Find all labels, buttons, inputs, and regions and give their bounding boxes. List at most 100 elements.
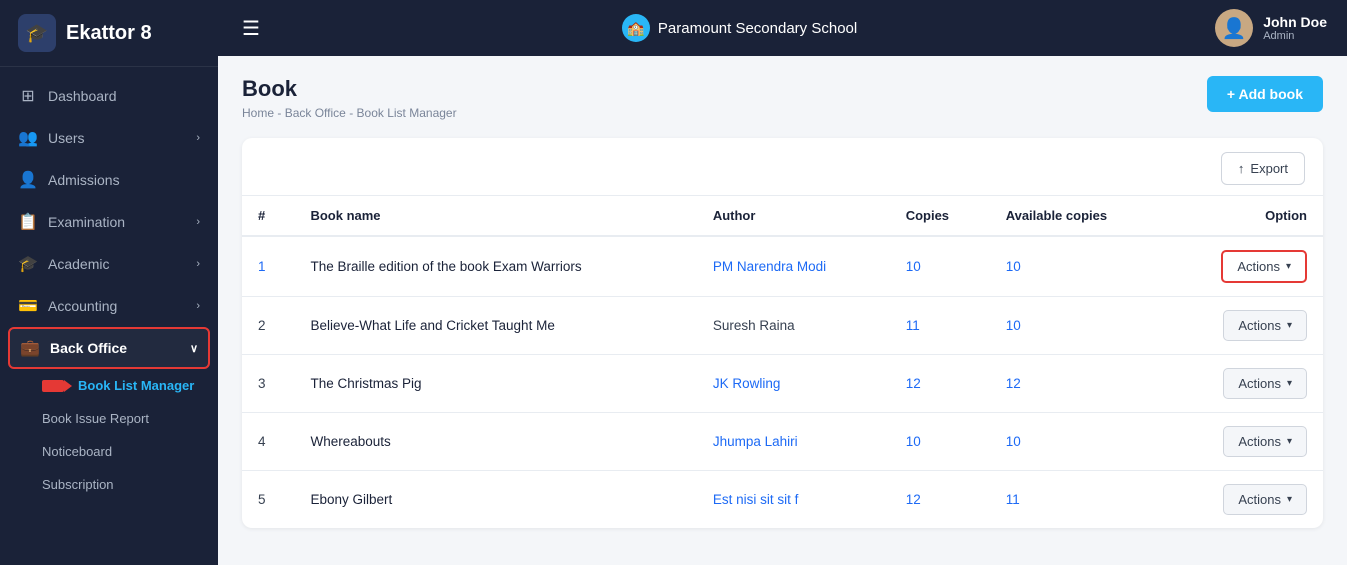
sidebar-sub-item-label: Book List Manager bbox=[78, 378, 194, 393]
cell-num: 5 bbox=[242, 471, 294, 529]
breadcrumb-sep1: - bbox=[277, 106, 284, 120]
sidebar-item-academic[interactable]: 🎓 Academic › bbox=[0, 243, 218, 285]
export-button[interactable]: ↑ Export bbox=[1221, 152, 1305, 185]
sidebar-item-dashboard[interactable]: ⊞ Dashboard bbox=[0, 75, 218, 117]
cell-book-name: The Braille edition of the book Exam War… bbox=[294, 236, 696, 297]
cell-copies: 10 bbox=[890, 413, 990, 471]
user-name: John Doe bbox=[1263, 14, 1327, 30]
dashboard-icon: ⊞ bbox=[18, 86, 38, 106]
cell-copies: 12 bbox=[890, 355, 990, 413]
cell-copies: 12 bbox=[890, 471, 990, 529]
actions-label: Actions bbox=[1238, 492, 1281, 507]
cell-num: 2 bbox=[242, 297, 294, 355]
examination-icon: 📋 bbox=[18, 212, 38, 232]
sidebar-item-label: Examination bbox=[48, 214, 125, 230]
col-copies: Copies bbox=[890, 196, 990, 237]
school-info: 🏫 Paramount Secondary School bbox=[280, 14, 1199, 42]
col-option: Option bbox=[1167, 196, 1323, 237]
cell-num: 1 bbox=[242, 236, 294, 297]
table-row: 3 The Christmas Pig JK Rowling 12 12 Act… bbox=[242, 355, 1323, 413]
actions-label: Actions bbox=[1238, 318, 1281, 333]
chevron-down-icon: ▾ bbox=[1286, 261, 1291, 272]
cell-option: Actions ▾ bbox=[1167, 413, 1323, 471]
users-icon: 👥 bbox=[18, 128, 38, 148]
sidebar: 🎓 Ekattor 8 ⊞ Dashboard 👥 Users › 👤 Admi… bbox=[0, 0, 218, 565]
sidebar-item-admissions[interactable]: 👤 Admissions bbox=[0, 159, 218, 201]
cell-num: 3 bbox=[242, 355, 294, 413]
cell-copies: 10 bbox=[890, 236, 990, 297]
sidebar-item-book-list-manager[interactable]: Book List Manager bbox=[0, 369, 218, 402]
actions-button[interactable]: Actions ▾ bbox=[1223, 310, 1307, 341]
cell-author: Suresh Raina bbox=[697, 297, 890, 355]
breadcrumb-current: Book List Manager bbox=[357, 106, 457, 120]
cell-option: Actions ▾ bbox=[1167, 471, 1323, 529]
sidebar-item-label: Users bbox=[48, 130, 85, 146]
main-content: ☰ 🏫 Paramount Secondary School 👤 John Do… bbox=[218, 0, 1347, 565]
chevron-down-icon: ▾ bbox=[1287, 436, 1292, 447]
cell-author: Jhumpa Lahiri bbox=[697, 413, 890, 471]
col-author: Author bbox=[697, 196, 890, 237]
breadcrumb-home[interactable]: Home bbox=[242, 106, 274, 120]
actions-label: Actions bbox=[1238, 376, 1281, 391]
chevron-right-icon: › bbox=[196, 132, 200, 144]
table-toolbar: ↑ Export bbox=[242, 138, 1323, 195]
sidebar-item-users[interactable]: 👥 Users › bbox=[0, 117, 218, 159]
cell-available-copies: 10 bbox=[990, 413, 1167, 471]
sidebar-sub-item-label: Book Issue Report bbox=[42, 411, 149, 426]
sidebar-logo[interactable]: 🎓 Ekattor 8 bbox=[0, 0, 218, 67]
sidebar-item-accounting[interactable]: 💳 Accounting › bbox=[0, 285, 218, 327]
admissions-icon: 👤 bbox=[18, 170, 38, 190]
cell-author: Est nisi sit sit f bbox=[697, 471, 890, 529]
app-name: Ekattor 8 bbox=[66, 22, 152, 45]
actions-button[interactable]: Actions ▾ bbox=[1221, 250, 1307, 283]
chevron-down-icon: ▾ bbox=[1287, 320, 1292, 331]
sidebar-item-noticeboard[interactable]: Noticeboard bbox=[0, 435, 218, 468]
sidebar-item-back-office[interactable]: 💼 Back Office ∨ bbox=[8, 327, 210, 369]
cell-copies: 11 bbox=[890, 297, 990, 355]
sidebar-item-examination[interactable]: 📋 Examination › bbox=[0, 201, 218, 243]
col-book-name: Book name bbox=[294, 196, 696, 237]
chevron-right-icon: › bbox=[196, 258, 200, 270]
academic-icon: 🎓 bbox=[18, 254, 38, 274]
chevron-right-icon: › bbox=[196, 216, 200, 228]
table-body: 1 The Braille edition of the book Exam W… bbox=[242, 236, 1323, 528]
col-available-copies: Available copies bbox=[990, 196, 1167, 237]
breadcrumb-back-office[interactable]: Back Office bbox=[285, 106, 346, 120]
user-menu[interactable]: 👤 John Doe Admin bbox=[1215, 9, 1327, 47]
cell-book-name: Ebony Gilbert bbox=[294, 471, 696, 529]
sidebar-item-book-issue-report[interactable]: Book Issue Report bbox=[0, 402, 218, 435]
school-icon: 🏫 bbox=[622, 14, 650, 42]
cell-option: Actions ▾ bbox=[1167, 236, 1323, 297]
chevron-right-icon: › bbox=[196, 300, 200, 312]
cell-available-copies: 12 bbox=[990, 355, 1167, 413]
book-table: # Book name Author Copies Available copi… bbox=[242, 195, 1323, 528]
accounting-icon: 💳 bbox=[18, 296, 38, 316]
actions-button[interactable]: Actions ▾ bbox=[1223, 484, 1307, 515]
table-row: 2 Believe-What Life and Cricket Taught M… bbox=[242, 297, 1323, 355]
topbar: ☰ 🏫 Paramount Secondary School 👤 John Do… bbox=[218, 0, 1347, 56]
cell-book-name: The Christmas Pig bbox=[294, 355, 696, 413]
sidebar-navigation: ⊞ Dashboard 👥 Users › 👤 Admissions 📋 Exa… bbox=[0, 67, 218, 565]
actions-button[interactable]: Actions ▾ bbox=[1223, 426, 1307, 457]
actions-button[interactable]: Actions ▾ bbox=[1223, 368, 1307, 399]
sidebar-item-subscription[interactable]: Subscription bbox=[0, 468, 218, 501]
arrow-indicator bbox=[42, 380, 64, 392]
sidebar-item-label: Dashboard bbox=[48, 88, 117, 104]
school-name: Paramount Secondary School bbox=[658, 20, 857, 37]
chevron-down-icon: ∨ bbox=[190, 342, 198, 355]
chevron-down-icon: ▾ bbox=[1287, 378, 1292, 389]
menu-toggle-button[interactable]: ☰ bbox=[238, 12, 264, 45]
add-book-button[interactable]: + Add book bbox=[1207, 76, 1323, 112]
table-row: 1 The Braille edition of the book Exam W… bbox=[242, 236, 1323, 297]
sidebar-item-label: Admissions bbox=[48, 172, 120, 188]
cell-book-name: Whereabouts bbox=[294, 413, 696, 471]
back-office-icon: 💼 bbox=[20, 338, 40, 358]
actions-label: Actions bbox=[1237, 259, 1280, 274]
export-label: Export bbox=[1250, 161, 1288, 176]
sidebar-sub-item-label: Subscription bbox=[42, 477, 114, 492]
table-row: 4 Whereabouts Jhumpa Lahiri 10 10 Action… bbox=[242, 413, 1323, 471]
page-header: Book Home - Back Office - Book List Mana… bbox=[242, 76, 1323, 120]
sidebar-sub-item-label: Noticeboard bbox=[42, 444, 112, 459]
export-icon: ↑ bbox=[1238, 161, 1245, 176]
cell-available-copies: 10 bbox=[990, 297, 1167, 355]
